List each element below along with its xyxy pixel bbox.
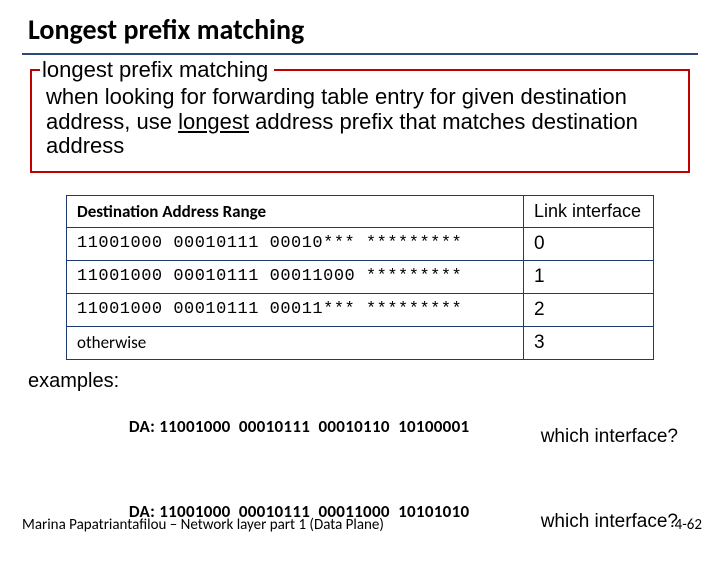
examples-label: examples: (28, 370, 698, 393)
table-cell-range: otherwise (67, 326, 524, 359)
example-da-text: DA: 11001000 00010111 00010110 10100001 (129, 416, 470, 437)
table-cell-link: 1 (524, 260, 654, 293)
forwarding-table: Destination Address Range Link interface… (66, 195, 654, 360)
table-header-link: Link interface (524, 195, 654, 227)
footer: Marina Papatriantafilou – Network layer … (0, 516, 720, 534)
table-row: 11001000 00010111 00010*** ********* 0 (67, 227, 654, 260)
example-da: DA: 11001000 00010111 00010110 10100001 (104, 395, 469, 479)
slide-title: Longest prefix matching (22, 12, 698, 51)
table-cell-range: 11001000 00010111 00011*** ********* (67, 293, 524, 326)
table-row: 11001000 00010111 00011*** ********* 2 (67, 293, 654, 326)
definition-legend: longest prefix matching (40, 57, 274, 83)
table-cell-link: 2 (524, 293, 654, 326)
footer-left: Marina Papatriantafilou – Network layer … (22, 516, 384, 534)
definition-body-underlined: longest (178, 109, 249, 134)
table-cell-link: 0 (524, 227, 654, 260)
title-rule (22, 53, 698, 55)
table-cell-link: 3 (524, 326, 654, 359)
definition-box: longest prefix matching when looking for… (30, 69, 690, 173)
forwarding-table-wrap: Destination Address Range Link interface… (66, 195, 654, 360)
table-header-range: Destination Address Range (67, 195, 524, 227)
table-row: 11001000 00010111 00011000 ********* 1 (67, 260, 654, 293)
table-row: otherwise 3 (67, 326, 654, 359)
table-header-row: Destination Address Range Link interface (67, 195, 654, 227)
highlight-bar (294, 483, 464, 499)
table-cell-range: 11001000 00010111 00011000 ********* (67, 260, 524, 293)
highlight-bar (294, 398, 380, 414)
definition-body: when looking for forwarding table entry … (46, 85, 674, 159)
footer-right: 4-62 (675, 516, 702, 534)
table-cell-range: 11001000 00010111 00010*** ********* (67, 227, 524, 260)
example-row: DA: 11001000 00010111 00010110 10100001 … (22, 395, 698, 479)
example-question: which interface? (541, 426, 678, 448)
